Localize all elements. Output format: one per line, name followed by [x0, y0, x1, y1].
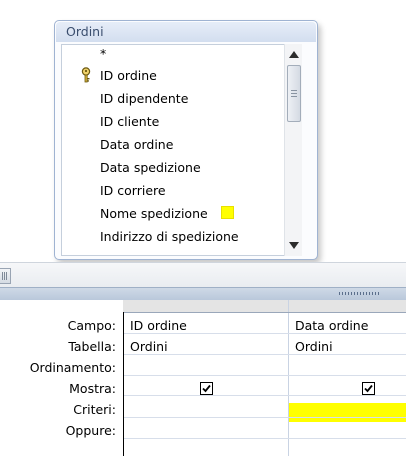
field-list[interactable]: * ID ordine ID dipendente ID cliente Dat… — [61, 44, 285, 256]
ordinamento-cell-2[interactable] — [291, 357, 405, 378]
row-label-oppure: Oppure: — [65, 423, 116, 438]
oppure-cell-1[interactable] — [126, 420, 285, 441]
row-label-ordinamento: Ordinamento: — [29, 360, 116, 375]
checkbox-checked-icon — [202, 384, 211, 393]
scrollbar-thumb[interactable] — [287, 65, 301, 122]
pane-splitter[interactable] — [0, 287, 406, 301]
field-item-id-dipendente[interactable]: ID dipendente — [100, 88, 188, 109]
field-item-id-cliente[interactable]: ID cliente — [100, 111, 159, 132]
criteri-cell-1[interactable] — [126, 399, 285, 420]
tabella-cell-1[interactable]: Ordini — [126, 336, 168, 357]
splitter-grip[interactable] — [339, 292, 379, 295]
field-item-data-ordine[interactable]: Data ordine — [100, 134, 173, 155]
row-label-tabella: Tabella: — [68, 339, 116, 354]
field-item-id-ordine[interactable]: ID ordine — [100, 65, 157, 86]
table-title[interactable]: Ordini — [56, 22, 316, 42]
row-label-criteri: Criteri: — [73, 402, 116, 417]
oppure-cell-2[interactable] — [291, 420, 405, 441]
ordinamento-cell-1[interactable] — [126, 357, 285, 378]
scroll-down-arrow-icon[interactable] — [289, 242, 299, 249]
criteri-cell-2[interactable] — [291, 399, 405, 420]
query-design-grid[interactable]: Campo: Tabella: Ordinamento: Mostra: Cri… — [0, 300, 406, 456]
checkbox-checked-icon — [364, 384, 373, 393]
mostra-checkbox-1[interactable] — [200, 382, 213, 395]
primary-key-icon — [81, 67, 91, 83]
highlight-marker — [220, 206, 234, 219]
field-item-data-spedizione[interactable]: Data spedizione — [100, 157, 201, 178]
tabella-cell-2[interactable]: Ordini — [291, 336, 333, 357]
field-item-all[interactable]: * — [100, 45, 106, 64]
table-field-list-ordini[interactable]: Ordini * ID ordine ID dipendente ID clie… — [54, 20, 318, 260]
horizontal-scrollbar[interactable] — [0, 262, 406, 288]
row-label-mostra: Mostra: — [69, 381, 116, 396]
field-item-nome-spedizione[interactable]: Nome spedizione — [100, 203, 234, 224]
query-design-area[interactable]: Ordini * ID ordine ID dipendente ID clie… — [0, 0, 406, 262]
horizontal-scroll-thumb[interactable] — [0, 268, 11, 284]
row-label-campo: Campo: — [67, 318, 116, 333]
vertical-scrollbar[interactable] — [284, 44, 302, 256]
mostra-checkbox-2[interactable] — [362, 382, 375, 395]
field-item-indirizzo-spedizione[interactable]: Indirizzo di spedizione — [100, 226, 239, 247]
campo-cell-2[interactable]: Data ordine — [291, 315, 368, 336]
campo-cell-1[interactable]: ID ordine — [126, 315, 187, 336]
scroll-up-arrow-icon[interactable] — [289, 51, 299, 58]
field-item-label: Nome spedizione — [100, 206, 208, 221]
field-item-id-corriere[interactable]: ID corriere — [100, 180, 166, 201]
